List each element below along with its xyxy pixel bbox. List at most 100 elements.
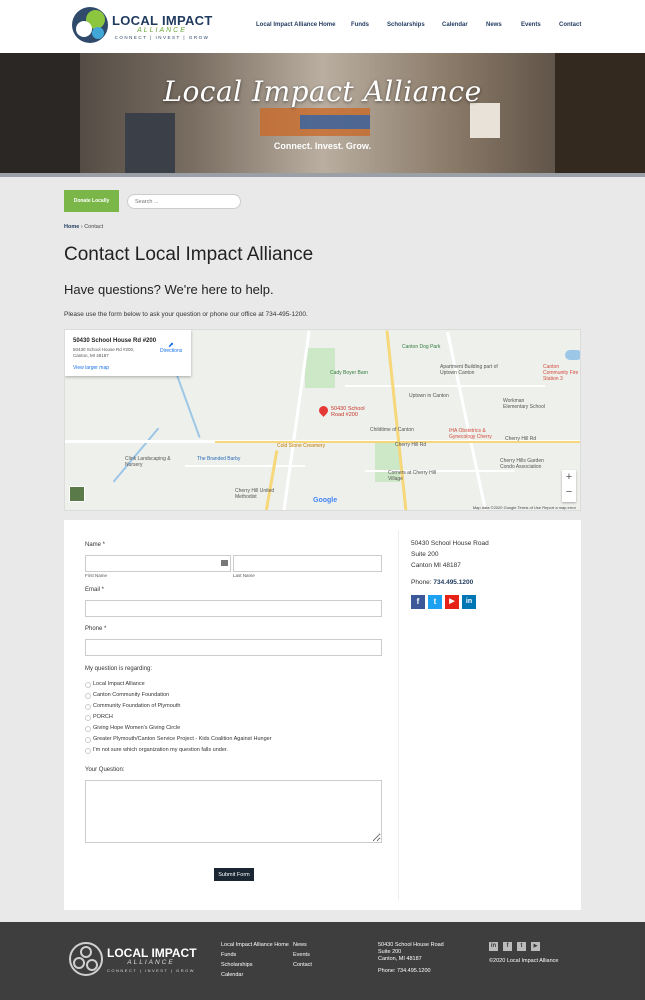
column-divider [398, 530, 399, 900]
footer-copyright: ©2020 Local Impact Alliance [489, 958, 559, 964]
footer-address-line1: 50430 School House Road [378, 942, 444, 948]
google-logo: Google [313, 497, 338, 504]
footer-logo[interactable]: LOCAL IMPACT ALLIANCE CONNECT | INVEST |… [69, 942, 197, 978]
option-label: PORCH [93, 714, 113, 720]
map-info-card: 50430 School House Rd #200 50430 School … [65, 330, 191, 376]
map-zoom-control: + − [562, 470, 576, 502]
hero-title: Local Impact Alliance [163, 75, 482, 108]
hero-divider [0, 173, 645, 177]
footer-logo-sub: ALLIANCE [127, 959, 175, 966]
first-name-field[interactable] [85, 555, 231, 572]
contact-address-line3: Canton MI 48187 [411, 562, 461, 569]
site-header: LOCAL IMPACT ALLIANCE CONNECT | INVEST |… [0, 0, 645, 53]
page-title: Contact Local Impact Alliance [64, 244, 314, 265]
view-larger-map-link[interactable]: View larger map [73, 365, 109, 371]
map-label-cherry-hills-garden: Cherry Hills Garden Condo Association [500, 458, 544, 470]
nav-events[interactable]: Events [521, 22, 541, 28]
footer-address-line2: Suite 200 [378, 949, 402, 955]
directions-link[interactable]: Directions [160, 348, 182, 354]
map-label-childtime: Childtime of Canton [370, 427, 414, 433]
breadcrumb-current: Contact [84, 224, 104, 230]
breadcrumb-home-link[interactable]: Home [64, 224, 79, 230]
page-subtitle: Have questions? We're here to help. [64, 282, 274, 297]
footer-link-contact[interactable]: Contact [293, 962, 312, 968]
satellite-toggle-icon[interactable] [69, 486, 85, 502]
email-label: Email * [85, 587, 105, 593]
twitter-icon[interactable]: t [428, 595, 442, 609]
option-radio[interactable] [85, 726, 91, 732]
footer-link-funds[interactable]: Funds [221, 952, 236, 958]
footer-link-scholarships[interactable]: Scholarships [221, 962, 253, 968]
phone-field[interactable] [85, 639, 382, 656]
question-label: Your Question: [85, 767, 125, 773]
contact-address-line2: Suite 200 [411, 551, 439, 558]
nav-funds[interactable]: Funds [351, 22, 369, 28]
option-label: Greater Plymouth/Canton Service Project … [93, 736, 272, 742]
last-name-field[interactable] [233, 555, 382, 572]
footer-link-news[interactable]: News [293, 942, 307, 948]
footer-link-calendar[interactable]: Calendar [221, 972, 243, 978]
hero-subtitle: Connect. Invest. Grow. [273, 141, 372, 151]
nav-news[interactable]: News [486, 22, 502, 28]
footer-linkedin-icon[interactable]: in [489, 942, 498, 951]
donate-locally-button[interactable]: Donate Locally [64, 190, 119, 212]
hero-banner: Local Impact Alliance Connect. Invest. G… [0, 53, 645, 173]
search-input[interactable] [127, 194, 241, 209]
option-radio[interactable] [85, 715, 91, 721]
contact-phone-link[interactable]: 734.495.1200 [433, 579, 473, 586]
footer-logo-tagline: CONNECT | INVEST | GROW [107, 968, 195, 973]
option-label: Community Foundation of Plymouth [93, 703, 181, 709]
option-radio[interactable] [85, 704, 91, 710]
footer-logo-mark-icon [69, 942, 103, 976]
map-label-cold-stone: Cold Stone Creamery [277, 443, 326, 449]
intro-text: Please use the form below to ask your qu… [64, 311, 308, 318]
nav-contact[interactable]: Contact [559, 22, 581, 28]
map-label-canton-dog-park: Canton Dog Park [402, 344, 441, 350]
youtube-icon[interactable]: ▶ [445, 595, 459, 609]
last-name-sublabel: Last Name [233, 573, 255, 578]
map-label-iha: IHA Obstetrics & Gynecology Cherry [449, 428, 492, 440]
logo-mark-icon [72, 7, 108, 43]
footer-facebook-icon[interactable]: f [503, 942, 512, 951]
google-map[interactable]: Canton Dog Park Cady Boyer Barn Apartmen… [64, 329, 581, 511]
question-textarea[interactable] [85, 780, 382, 843]
site-logo[interactable]: LOCAL IMPACT ALLIANCE CONNECT | INVEST |… [72, 7, 212, 45]
email-field[interactable] [85, 600, 382, 617]
footer-twitter-icon[interactable]: t [517, 942, 526, 951]
contact-address-line1: 50430 School House Road [411, 540, 489, 547]
footer-link-events[interactable]: Events [293, 952, 310, 958]
contact-phone: Phone: 734.495.1200 [411, 579, 473, 586]
nav-scholarships[interactable]: Scholarships [387, 22, 425, 28]
autofill-icon [221, 560, 228, 566]
site-footer: LOCAL IMPACT ALLIANCE CONNECT | INVEST |… [0, 922, 645, 1000]
footer-link-home[interactable]: Local Impact Alliance Home [221, 942, 289, 948]
option-radio[interactable] [85, 748, 91, 754]
footer-logo-name: LOCAL IMPACT [107, 946, 197, 960]
contact-phone-label: Phone: [411, 579, 432, 586]
phone-label: Phone * [85, 626, 107, 632]
map-attribution[interactable]: Map data ©2020 Google Terms of Use Repor… [473, 505, 576, 510]
zoom-out-button[interactable]: − [562, 485, 576, 500]
footer-phone: Phone: 734.495.1200 [378, 968, 431, 974]
first-name-sublabel: First Name [85, 573, 108, 578]
option-label: I'm not sure which organization my quest… [93, 747, 228, 753]
linkedin-icon[interactable]: in [462, 595, 476, 609]
footer-address-line3: Canton, MI 48187 [378, 956, 422, 962]
facebook-icon[interactable]: f [411, 595, 425, 609]
nav-home[interactable]: Local Impact Alliance Home [256, 22, 335, 28]
map-label-apartment: Apartment Building part of Uptown Canton [440, 364, 498, 376]
regarding-label: My question is regarding: [85, 666, 153, 672]
footer-youtube-icon[interactable]: ▶ [531, 942, 540, 951]
option-radio[interactable] [85, 682, 91, 688]
nav-calendar[interactable]: Calendar [442, 22, 468, 28]
option-label: Giving Hope Women's Giving Circle [93, 725, 181, 731]
map-label-clink: Clink Landscaping & Nursery [125, 456, 171, 468]
logo-tagline: CONNECT | INVEST | GROW [114, 35, 210, 40]
option-radio[interactable] [85, 693, 91, 699]
option-radio[interactable] [85, 737, 91, 743]
map-label-branded-barby: The Branded Barby [197, 456, 241, 462]
map-label-cherry-hill-rd-east: Cherry Hill Rd [505, 436, 537, 442]
zoom-in-button[interactable]: + [562, 470, 576, 485]
submit-form-button[interactable]: Submit Form [214, 868, 254, 881]
map-pin-icon[interactable] [317, 404, 330, 417]
